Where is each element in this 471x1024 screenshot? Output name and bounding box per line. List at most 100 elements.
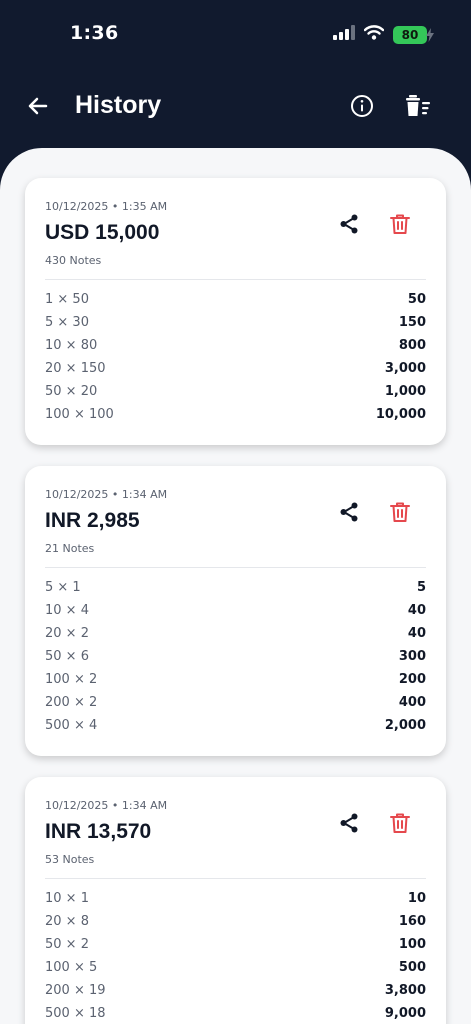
row-amount: 3,000 [384,361,426,376]
breakdown-row: 20 × 150 3,000 [45,357,426,380]
breakdown-row: 200 × 19 3,800 [45,979,426,1002]
breakdown-row: 100 × 2 200 [45,668,426,691]
clear-history-button[interactable] [402,92,434,124]
info-button[interactable] [346,92,378,124]
card-total: USD 15,000 [45,221,160,244]
cellular-signal-icon [333,25,355,44]
card-notes-count: 430 Notes [45,254,102,267]
row-denomination: 10 × 4 [45,603,89,618]
row-denomination: 200 × 19 [45,983,106,998]
row-amount: 10 [407,891,426,906]
row-amount: 9,000 [384,1006,426,1021]
row-denomination: 10 × 80 [45,338,98,353]
row-denomination: 20 × 150 [45,361,106,376]
row-denomination: 50 × 2 [45,937,89,952]
row-denomination: 20 × 2 [45,626,89,641]
share-icon [337,214,361,240]
battery-level: 80 [401,27,419,42]
row-denomination: 50 × 20 [45,384,98,399]
row-denomination: 1 × 50 [45,292,89,307]
breakdown-row: 100 × 100 10,000 [45,403,426,426]
trash-icon [388,813,412,839]
row-amount: 40 [407,603,426,618]
row-denomination: 200 × 2 [45,695,98,710]
page-title: History [75,91,162,119]
breakdown-row: 50 × 20 1,000 [45,380,426,403]
breakdown-row: 20 × 2 40 [45,622,426,645]
card-date: 10/12/2025 • 1:34 AM [45,799,168,812]
charging-bolt-icon [426,27,434,45]
row-denomination: 5 × 1 [45,580,81,595]
delete-button[interactable] [388,811,412,835]
row-denomination: 10 × 1 [45,891,89,906]
back-button[interactable] [22,92,54,124]
card-divider [45,567,426,568]
row-amount: 10,000 [375,407,426,422]
arrow-left-icon [27,95,49,121]
breakdown-row: 500 × 18 9,000 [45,1002,426,1024]
history-card: 10/12/2025 • 1:34 AM INR 2,985 21 Notes … [25,466,446,756]
card-divider [45,878,426,879]
history-card: 10/12/2025 • 1:34 AM INR 13,570 53 Notes… [25,777,446,1024]
row-amount: 40 [407,626,426,641]
history-list[interactable]: 10/12/2025 • 1:35 AM USD 15,000 430 Note… [0,148,471,1024]
card-total: INR 13,570 [45,820,152,843]
row-amount: 1,000 [384,384,426,399]
breakdown-row: 20 × 8 160 [45,910,426,933]
card-notes-count: 21 Notes [45,542,95,555]
row-amount: 500 [398,960,426,975]
row-denomination: 50 × 6 [45,649,89,664]
row-amount: 100 [398,937,426,952]
info-circle-icon [350,94,374,122]
trash-icon [388,214,412,240]
row-amount: 200 [398,672,426,687]
history-card: 10/12/2025 • 1:35 AM USD 15,000 430 Note… [25,178,446,445]
row-amount: 800 [398,338,426,353]
share-button[interactable] [337,212,361,236]
row-denomination: 500 × 4 [45,718,98,733]
breakdown-row: 200 × 2 400 [45,691,426,714]
row-denomination: 20 × 8 [45,914,89,929]
breakdown-row: 5 × 1 5 [45,576,426,599]
battery-indicator: 80 [393,25,434,44]
row-amount: 2,000 [384,718,426,733]
row-amount: 3,800 [384,983,426,998]
row-denomination: 5 × 30 [45,315,89,330]
breakdown-row: 10 × 4 40 [45,599,426,622]
row-amount: 50 [407,292,426,307]
breakdown-row: 10 × 80 800 [45,334,426,357]
breakdown-row: 5 × 30 150 [45,311,426,334]
row-denomination: 100 × 5 [45,960,98,975]
row-amount: 5 [416,580,426,595]
clear-all-icon [405,94,431,122]
breakdown-row: 10 × 1 10 [45,887,426,910]
share-icon [337,502,361,528]
trash-icon [388,502,412,528]
card-date: 10/12/2025 • 1:34 AM [45,488,168,501]
share-button[interactable] [337,500,361,524]
wifi-icon [363,25,385,44]
share-icon [337,813,361,839]
delete-button[interactable] [388,212,412,236]
breakdown-row: 500 × 4 2,000 [45,714,426,737]
breakdown-row: 50 × 2 100 [45,933,426,956]
row-amount: 300 [398,649,426,664]
row-denomination: 500 × 18 [45,1006,106,1021]
card-date: 10/12/2025 • 1:35 AM [45,200,168,213]
row-denomination: 100 × 2 [45,672,98,687]
delete-button[interactable] [388,500,412,524]
row-denomination: 100 × 100 [45,407,114,422]
status-bar: 1:36 80 [0,0,471,70]
row-amount: 150 [398,315,426,330]
breakdown-row: 50 × 6 300 [45,645,426,668]
row-amount: 400 [398,695,426,710]
breakdown-row: 1 × 50 50 [45,288,426,311]
card-divider [45,279,426,280]
breakdown-row: 100 × 5 500 [45,956,426,979]
app-header: History [0,80,471,136]
share-button[interactable] [337,811,361,835]
row-amount: 160 [398,914,426,929]
card-total: INR 2,985 [45,509,140,532]
status-time: 1:36 [70,22,119,44]
status-icons: 80 [333,25,434,44]
